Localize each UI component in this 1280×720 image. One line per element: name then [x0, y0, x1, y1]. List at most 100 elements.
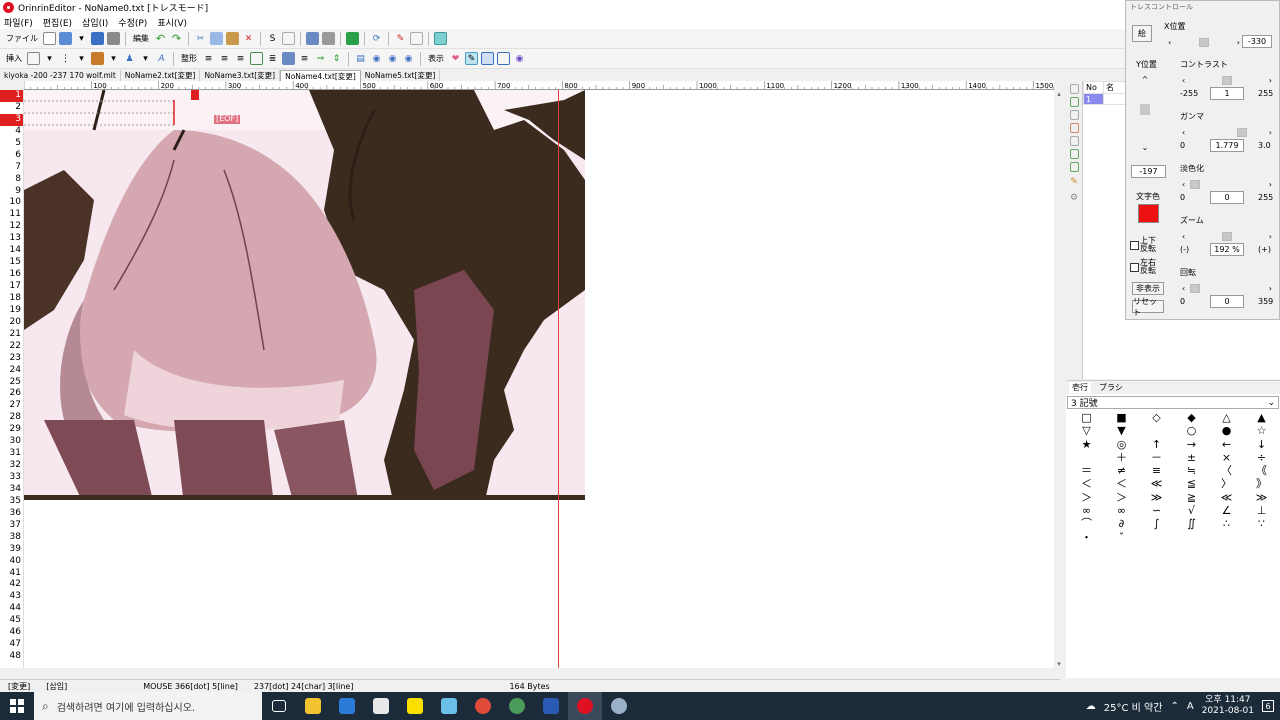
new-file-icon[interactable] [43, 32, 56, 45]
palette-char[interactable]: ☆ [1244, 424, 1279, 437]
dropdown-icon[interactable]: ▾ [75, 52, 88, 65]
palette-char[interactable]: ▽ [1069, 424, 1104, 437]
slider-thumb[interactable] [1140, 104, 1150, 115]
cut-icon[interactable]: ✂ [194, 32, 207, 45]
eye-icon[interactable]: ◉ [513, 52, 526, 65]
format2-icon[interactable]: ≡ [298, 52, 311, 65]
palette-char[interactable]: ★ [1069, 438, 1104, 451]
redo-icon[interactable]: ↷ [170, 32, 183, 45]
palette-char[interactable]: ↓ [1244, 438, 1279, 451]
align-right-icon[interactable]: ≡ [234, 52, 247, 65]
dropdown-icon[interactable]: ▾ [139, 52, 152, 65]
palette-char[interactable]: ∞ [1104, 504, 1139, 517]
indent-icon[interactable] [250, 52, 263, 65]
checkbox-box[interactable] [1130, 240, 1139, 250]
palette-char[interactable]: ＋ [1104, 451, 1139, 464]
image-button[interactable]: 絵 [1132, 25, 1152, 42]
menu-view[interactable]: 표시(V) [157, 16, 187, 29]
page-dup-icon[interactable] [1069, 136, 1079, 146]
insert-grid-icon[interactable]: ⋮ [59, 52, 72, 65]
orinrin-editor-icon[interactable] [568, 692, 602, 720]
palette-char[interactable]: 《 [1244, 464, 1279, 477]
dropdown-icon[interactable]: ▾ [43, 52, 56, 65]
flip-vertical-checkbox[interactable]: 上下反転 [1130, 237, 1158, 253]
menu-insert[interactable]: 삽입(I) [82, 16, 108, 29]
palette-char[interactable]: 〉 [1209, 477, 1244, 490]
weather-text[interactable]: 25°C 비 약간 [1104, 699, 1163, 714]
chrome-profile-icon[interactable] [500, 692, 534, 720]
nav-prev-icon[interactable]: ◉ [370, 52, 383, 65]
palette-char[interactable]: × [1209, 451, 1244, 464]
palette-char[interactable] [1244, 531, 1279, 544]
open-file-icon[interactable] [59, 32, 72, 45]
palette-char[interactable]: ˇ [1104, 531, 1139, 544]
contrast-slider[interactable]: ‹ › [1182, 75, 1272, 85]
format-icon[interactable] [282, 52, 295, 65]
palette-char[interactable]: ◇ [1139, 411, 1174, 424]
palette-char[interactable]: ⌒ [1069, 517, 1104, 530]
palette-char[interactable]: ○ [1174, 424, 1209, 437]
clock[interactable]: 오후 11:47 2021-08-01 [1202, 695, 1254, 717]
insert-box-icon[interactable] [91, 52, 104, 65]
reset-button[interactable]: リセット [1132, 297, 1164, 317]
palette-char[interactable]: ≒ [1174, 464, 1209, 477]
grid-view-icon[interactable] [497, 52, 510, 65]
page-add-icon[interactable] [1069, 84, 1079, 94]
tab-file-3[interactable]: NoName3.txt[変更] [200, 70, 281, 81]
palette-char[interactable]: ≪ [1139, 477, 1174, 490]
palette-char[interactable]: ∵ [1244, 517, 1279, 530]
palette-char[interactable]: ± [1174, 451, 1209, 464]
page-icon[interactable]: ▤ [354, 52, 367, 65]
palette-char[interactable]: ∬ [1174, 517, 1209, 530]
palette-char[interactable]: ↑ [1139, 438, 1174, 451]
palette-char[interactable]: － [1139, 451, 1174, 464]
select-all-icon[interactable] [306, 32, 319, 45]
palette-char[interactable]: 〈 [1209, 464, 1244, 477]
menu-modify[interactable]: 수정(P) [118, 16, 147, 29]
page-delete-icon[interactable] [1069, 123, 1079, 133]
refresh-icon[interactable]: ⟳ [370, 32, 383, 45]
palette-char[interactable]: ∞ [1069, 504, 1104, 517]
page-copy-icon[interactable] [1069, 110, 1079, 120]
palette-char[interactable]: ← [1209, 438, 1244, 451]
slider-thumb[interactable] [1190, 179, 1200, 189]
fill-icon[interactable] [346, 32, 359, 45]
undo-icon[interactable]: ↶ [154, 32, 167, 45]
copy-icon[interactable] [210, 32, 223, 45]
chrome-icon[interactable] [466, 692, 500, 720]
y-position-slider[interactable]: ^ ⌄ [1140, 75, 1150, 161]
palette-char[interactable]: 》 [1244, 477, 1279, 490]
tab-brush[interactable]: ブラシ [1099, 382, 1123, 393]
menu-file[interactable]: 파일(F) [4, 16, 33, 29]
arrow-right-icon[interactable]: ⇒ [314, 52, 327, 65]
palette-char[interactable]: √ [1174, 504, 1209, 517]
ime-indicator[interactable]: A [1187, 701, 1194, 712]
checkbox-box[interactable] [1130, 262, 1139, 272]
tab-file-2[interactable]: NoName2.txt[変更] [121, 70, 201, 81]
word-icon[interactable] [534, 692, 568, 720]
page-new-icon[interactable] [1069, 97, 1079, 107]
page-edit-icon[interactable]: ✎ [1068, 175, 1081, 188]
taskbar-search[interactable]: ⌕ 검색하려면 여기에 입력하십시오. [34, 692, 262, 720]
editor-horizontal-scrollbar[interactable] [24, 668, 1054, 678]
palette-char[interactable]: ◎ [1104, 438, 1139, 451]
insert-user-icon[interactable]: ♟ [123, 52, 136, 65]
palette-char[interactable]: ▼ [1104, 424, 1139, 437]
zoom-field[interactable]: 192 % [1210, 243, 1244, 256]
palette-char[interactable]: ⊥ [1244, 504, 1279, 517]
rotate-slider[interactable]: ‹ › [1182, 283, 1272, 293]
category-select[interactable]: 3 記號 ⌄ [1067, 396, 1279, 409]
palette-char[interactable]: ◆ [1174, 411, 1209, 424]
slider-thumb[interactable] [1199, 37, 1209, 47]
trace-mode-icon[interactable] [434, 32, 447, 45]
editor-vertical-scrollbar[interactable]: ▴ ▾ [1054, 90, 1064, 668]
font-icon[interactable]: A [155, 52, 168, 65]
palette-char[interactable]: ∠ [1209, 504, 1244, 517]
contrast-field[interactable]: 1 [1210, 87, 1244, 100]
zoom-plus[interactable]: (+) [1258, 245, 1271, 254]
palette-char[interactable] [1139, 424, 1174, 437]
chevron-up-icon[interactable]: ⌃ [1170, 701, 1178, 712]
fade-slider[interactable]: ‹ › [1182, 179, 1272, 189]
text-color-swatch[interactable] [1138, 204, 1159, 223]
zoom-slider[interactable]: ‹ › [1182, 231, 1272, 241]
